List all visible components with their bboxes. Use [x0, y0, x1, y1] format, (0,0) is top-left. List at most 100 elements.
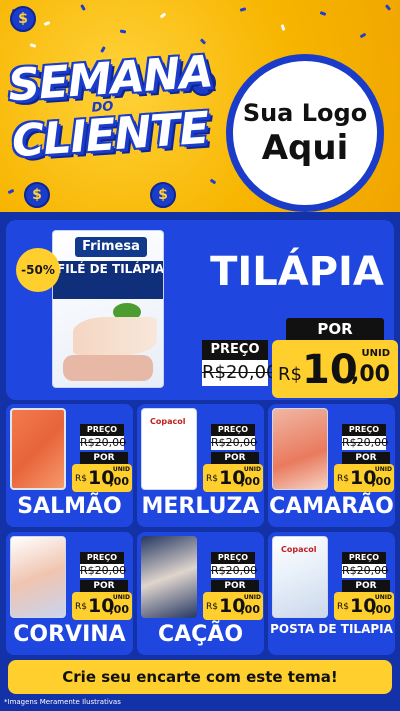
price-cents: ,00 [240, 475, 261, 488]
unit-label: UNID [361, 348, 390, 359]
old-price-value: R$20,00 [211, 564, 258, 577]
confetti [100, 46, 106, 53]
new-price-tag: R$ 10 UNID ,00 [203, 592, 263, 620]
new-price-tag: R$ 10 UNID ,00 [272, 340, 398, 398]
new-price-label: POR [80, 452, 128, 464]
price-cents: ,00 [109, 603, 130, 616]
fillet-graphic [63, 355, 153, 381]
featured-product-image: Frimesa FILÉ DE TILÁPIA [52, 230, 164, 388]
confetti [384, 4, 392, 11]
disclaimer-note: *Imagens Meramente Ilustrativas [4, 698, 121, 706]
new-price-tag: R$ 10 UNID ,00 [72, 464, 132, 492]
unit-label: UNID [243, 594, 261, 601]
new-price-label: POR [211, 452, 259, 464]
currency-symbol: R$ [75, 602, 87, 612]
store-logo-placeholder: Sua Logo Aqui [226, 54, 384, 212]
old-price-value: R$20,00 [80, 436, 127, 449]
price-cents: ,00 [371, 475, 392, 488]
unit-label: UNID [112, 594, 130, 601]
new-price-label: POR [342, 452, 390, 464]
package-brand: Frimesa [75, 237, 147, 257]
product-card-cacao: PREÇO R$20,00 POR R$ 10 UNID ,00 CAÇÃO [137, 532, 264, 655]
product-image-corvina [10, 536, 66, 618]
currency-symbol: R$ [206, 474, 218, 484]
old-price-label: PREÇO [80, 424, 124, 436]
price-cents: ,00 [240, 603, 261, 616]
currency-symbol: R$ [337, 474, 349, 484]
old-price-value: R$20,00 [211, 436, 258, 449]
new-price-label: POR [342, 580, 390, 592]
confetti [29, 43, 37, 48]
confetti [159, 12, 167, 19]
currency-symbol: R$ [206, 602, 218, 612]
product-name: MERLUZA [141, 494, 260, 519]
confetti [239, 7, 247, 12]
product-name: POSTA DE TILAPIA [270, 622, 393, 636]
confetti [359, 32, 367, 39]
old-price: R$20,00 [342, 564, 389, 578]
product-name: CORVINA [13, 622, 126, 647]
old-price-label: PREÇO [80, 552, 124, 564]
product-name: CAMARÃO [269, 494, 394, 519]
old-price: R$20,00 [202, 360, 278, 386]
price-cents: ,00 [351, 362, 390, 387]
old-price-label: PREÇO [202, 340, 268, 360]
product-image-posta-de-tilapia: Copacol [272, 536, 328, 618]
old-price-value: R$20,00 [342, 436, 389, 449]
old-price-value: R$20,00 [342, 564, 389, 577]
logo-text-line2: Aqui [261, 128, 349, 168]
unit-label: UNID [112, 466, 130, 473]
currency-symbol: R$ [75, 474, 87, 484]
unit-label: UNID [374, 594, 392, 601]
old-price: R$20,00 [211, 436, 258, 450]
new-price-tag: R$ 10 UNID ,00 [203, 464, 263, 492]
price-cents: ,00 [371, 603, 392, 616]
product-image-cacao [141, 536, 197, 618]
currency-symbol: R$ [278, 364, 302, 385]
product-card-corvina: PREÇO R$20,00 POR R$ 10 UNID ,00 CORVINA [6, 532, 133, 655]
old-price: R$20,00 [80, 436, 127, 450]
coin-icon: $ [10, 6, 36, 32]
fillet-graphic [73, 317, 157, 355]
confetti [199, 38, 207, 45]
confetti [280, 24, 286, 31]
product-image-camarao [272, 408, 328, 490]
campaign-title-line3: CLIENTE [10, 102, 211, 168]
confetti [119, 29, 127, 34]
create-flyer-button[interactable]: Crie seu encarte com este tema! [8, 660, 392, 694]
coin-icon: $ [150, 182, 176, 208]
offers-panel: -50% Frimesa FILÉ DE TILÁPIA TILÁPIA POR… [0, 212, 400, 711]
featured-product-name: TILÁPIA [210, 249, 384, 295]
confetti [7, 188, 15, 195]
old-price-value: R$20,00 [202, 362, 278, 383]
product-card-salmao: PREÇO R$20,00 POR R$ 10 UNID ,00 SALMÃO [6, 404, 133, 527]
logo-text-line1: Sua Logo [242, 99, 368, 127]
product-card-posta-de-tilapia: Copacol PREÇO R$20,00 POR R$ 10 UNID ,00… [268, 532, 395, 655]
product-card-merluza: Copacol PREÇO R$20,00 POR R$ 10 UNID ,00… [137, 404, 264, 527]
old-price-label: PREÇO [211, 552, 255, 564]
new-price-tag: R$ 10 UNID ,00 [334, 592, 394, 620]
price-integer: 10 [302, 347, 358, 393]
price-cents: ,00 [109, 475, 130, 488]
old-price: R$20,00 [211, 564, 258, 578]
product-image-merluza: Copacol [141, 408, 197, 490]
image-brand: Copacol [150, 417, 186, 426]
unit-label: UNID [374, 466, 392, 473]
image-brand: Copacol [281, 545, 317, 554]
currency-symbol: R$ [337, 602, 349, 612]
product-name: SALMÃO [17, 494, 122, 519]
unit-label: UNID [243, 466, 261, 473]
new-price-tag: R$ 10 UNID ,00 [334, 464, 394, 492]
old-price: R$20,00 [80, 564, 126, 578]
old-price-label: PREÇO [211, 424, 255, 436]
new-price-label: POR [211, 580, 259, 592]
header-banner: $ $ $ $ SEMANA DO CLIENTE Sua Logo Aqui [0, 0, 400, 212]
new-price-label: POR [286, 318, 384, 340]
discount-badge: -50% [16, 248, 60, 292]
confetti [43, 21, 51, 26]
new-price-tag: R$ 10 UNID ,00 [72, 592, 132, 620]
product-image-salmao [10, 408, 66, 490]
confetti [209, 178, 217, 185]
old-price-label: PREÇO [342, 552, 386, 564]
confetti [319, 11, 327, 16]
